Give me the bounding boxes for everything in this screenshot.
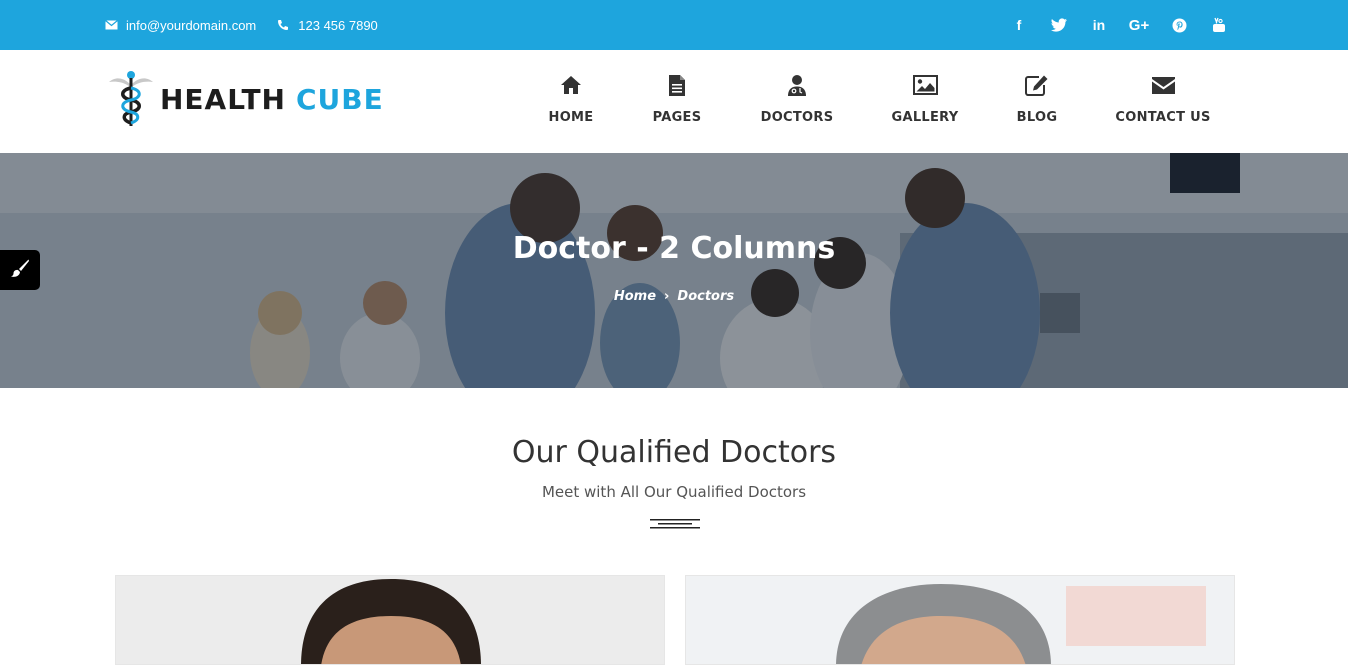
breadcrumb-home-link[interactable]: Home (614, 289, 656, 304)
section-subtitle: Meet with All Our Qualified Doctors (541, 483, 807, 501)
nav-item-gallery[interactable]: GALLERY (888, 72, 962, 132)
style-switcher-toggle[interactable] (0, 250, 40, 290)
nav-label: BLOG (1016, 110, 1058, 125)
breadcrumb-separator: › (664, 289, 670, 304)
email-contact[interactable]: info@yourdomain.com (104, 18, 256, 33)
nav-item-doctors[interactable]: DOCTORS (758, 72, 836, 132)
top-bar: info@yourdomain.com 123 456 7890 f in G+ (0, 0, 1348, 50)
doctor-photo (116, 576, 664, 664)
nav-item-contact[interactable]: CONTACT US (1112, 72, 1214, 132)
phone-text: 123 456 7890 (298, 17, 378, 33)
nav-label: PAGES (652, 110, 702, 125)
envelope-icon (1150, 72, 1176, 98)
doctor-card[interactable] (685, 575, 1235, 665)
nav-label: GALLERY (891, 110, 959, 125)
banner-overlay (0, 153, 1348, 388)
section-title: Our Qualified Doctors (511, 435, 837, 470)
breadcrumb: Home › Doctors (0, 289, 1348, 304)
nav-item-home[interactable]: HOME (540, 72, 602, 132)
twitter-icon[interactable] (1048, 14, 1070, 36)
site-header: HEALTH CUBE HOME PAGES DOCTORS GALLERY B… (0, 50, 1348, 153)
youtube-icon[interactable] (1208, 14, 1230, 36)
nav-item-pages[interactable]: PAGES (646, 72, 708, 132)
top-contact: info@yourdomain.com 123 456 7890 (104, 0, 398, 50)
phone-icon (276, 18, 290, 32)
facebook-icon[interactable]: f (1008, 14, 1030, 36)
doctor-photo (686, 576, 1234, 664)
main-nav: HOME PAGES DOCTORS GALLERY BLOG CONTACT … (0, 50, 1348, 153)
social-links: f in G+ (990, 0, 1230, 50)
phone-contact[interactable]: 123 456 7890 (276, 18, 378, 33)
nav-item-blog[interactable]: BLOG (1012, 72, 1062, 132)
edit-icon (1024, 72, 1050, 98)
email-text: info@yourdomain.com (126, 17, 257, 33)
nav-label: CONTACT US (1115, 110, 1211, 125)
document-icon (664, 72, 690, 98)
paint-brush-icon (10, 258, 30, 283)
nav-label: DOCTORS (760, 110, 834, 125)
envelope-icon (104, 18, 118, 32)
page-title: Doctor - 2 Columns (512, 231, 836, 266)
image-icon (912, 72, 938, 98)
google-plus-icon[interactable]: G+ (1128, 14, 1150, 36)
breadcrumb-current: Doctors (677, 289, 735, 304)
nav-label: HOME (548, 110, 594, 125)
page-banner: Doctor - 2 Columns Home › Doctors (0, 153, 1348, 388)
section-divider (650, 519, 700, 529)
home-icon (558, 72, 584, 98)
doctor-card[interactable] (115, 575, 665, 665)
linkedin-icon[interactable]: in (1088, 14, 1110, 36)
doctor-icon (784, 72, 810, 98)
pinterest-icon[interactable] (1168, 14, 1190, 36)
